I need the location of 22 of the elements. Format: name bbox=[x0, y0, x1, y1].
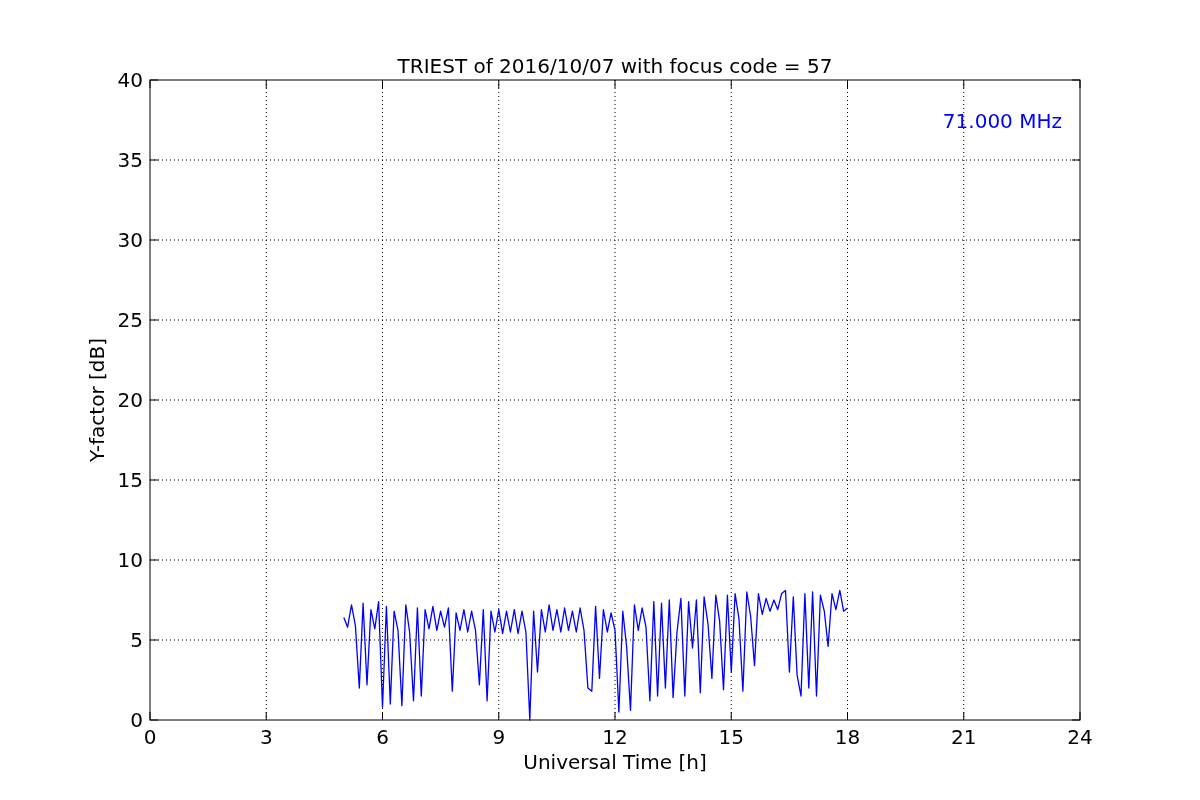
x-axis-label: Universal Time [h] bbox=[523, 750, 707, 774]
y-tick-label: 15 bbox=[117, 468, 143, 492]
x-tick-label: 15 bbox=[718, 725, 744, 749]
chart-title: TRIEST of 2016/10/07 with focus code = 57 bbox=[397, 54, 833, 78]
x-tick-label: 9 bbox=[492, 725, 506, 749]
y-tick-label: 25 bbox=[117, 308, 143, 332]
x-tick-label: 0 bbox=[143, 725, 157, 749]
x-tick-label: 12 bbox=[602, 725, 628, 749]
x-tick-label: 6 bbox=[376, 725, 389, 749]
y-tick-label: 35 bbox=[117, 148, 143, 172]
y-tick-label: 10 bbox=[117, 548, 143, 572]
y-tick-label: 40 bbox=[117, 68, 143, 92]
y-tick-label: 5 bbox=[130, 628, 143, 652]
y-tick-label: 0 bbox=[130, 708, 143, 732]
y-tick-label: 30 bbox=[117, 228, 143, 252]
x-tick-label: 21 bbox=[951, 725, 977, 749]
y-tick-label: 20 bbox=[117, 388, 143, 412]
y-axis-label: Y-factor [dB] bbox=[85, 338, 109, 462]
series-label: 71.000 MHz bbox=[942, 109, 1062, 133]
x-tick-label: 3 bbox=[259, 725, 273, 749]
x-tick-label: 18 bbox=[834, 725, 861, 749]
x-tick-label: 24 bbox=[1067, 725, 1093, 749]
